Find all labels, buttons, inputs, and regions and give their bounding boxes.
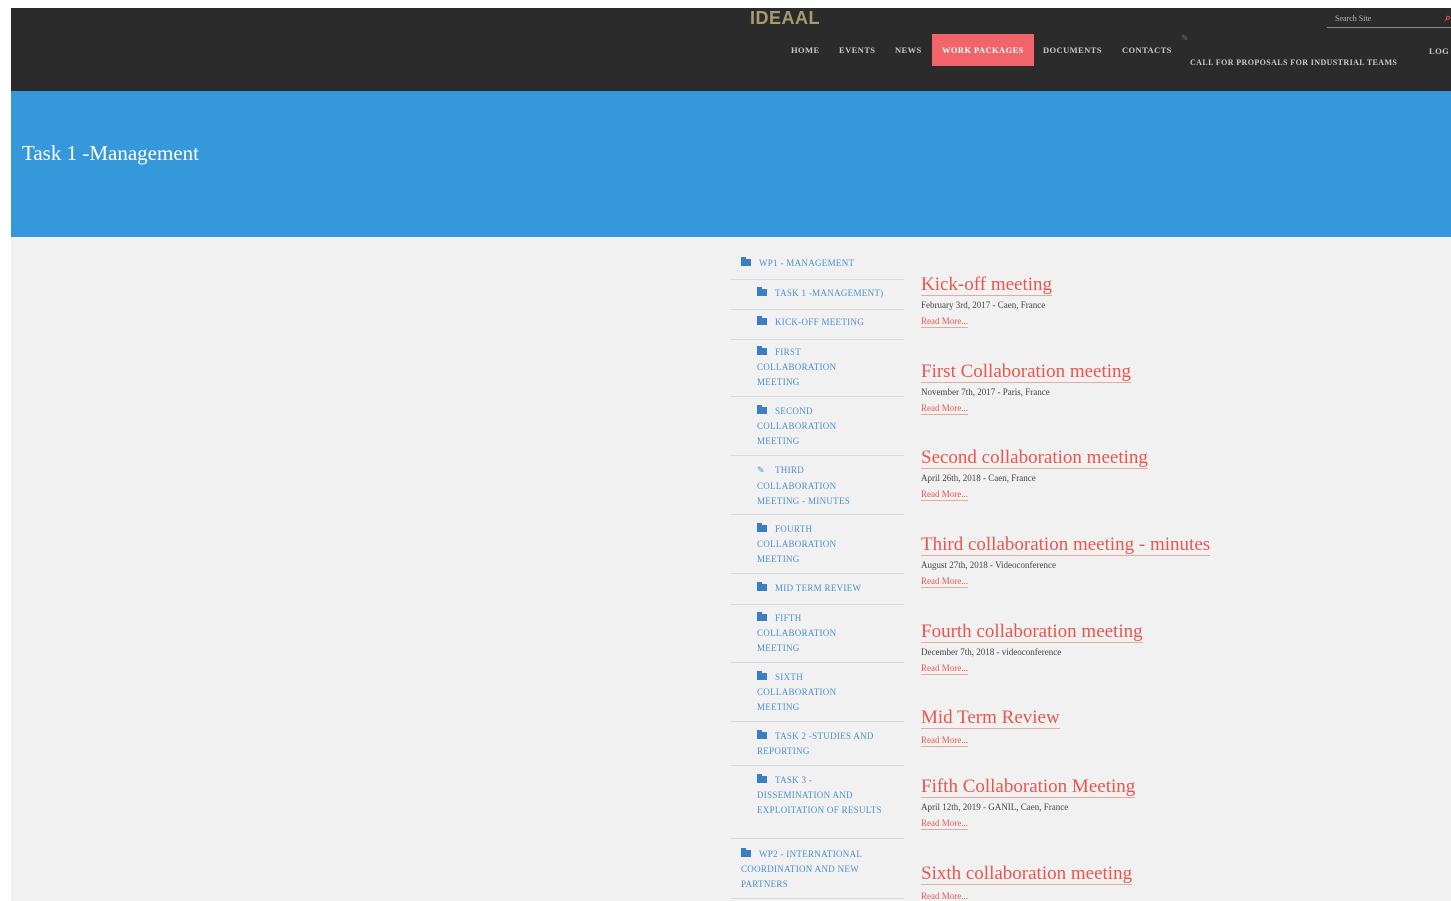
read-more-link[interactable]: Read More... <box>921 663 968 675</box>
sidebar-item-first-collab[interactable]: FIRST COLLABORATION MEETING <box>731 345 904 397</box>
article-meta: April 12th, 2019 - GANIL, Caen, France <box>921 802 1069 812</box>
article-title[interactable]: Fourth collaboration meeting <box>921 622 1143 643</box>
nav-contacts[interactable]: CONTACTS <box>1122 34 1172 66</box>
sidebar-item-label: WP2 - INTERNATIONAL COORDINATION AND NEW… <box>741 849 862 889</box>
sidebar-item-label: SIXTH COLLABORATION MEETING <box>757 672 837 712</box>
sidebar-item-label: TASK 2 -STUDIES AND REPORTING <box>757 731 874 756</box>
page: IDEAAL ⌕ HOME EVENTS NEWS WORK PACKAGES … <box>11 8 1451 901</box>
pencil-icon: ✎ <box>757 466 765 476</box>
sidebar-item-label: FIFTH COLLABORATION MEETING <box>757 613 837 653</box>
article-meta: August 27th, 2018 - Videoconference <box>921 560 1057 570</box>
page-title: Task 1 -Management <box>22 141 199 165</box>
article-title[interactable]: Fifth Collaboration Meeting <box>921 777 1136 798</box>
article-title[interactable]: Third collaboration meeting - minutes <box>921 535 1211 556</box>
folder-icon <box>757 346 767 356</box>
article-item: Sixth collaboration meeting Read More... <box>921 864 1421 901</box>
read-more-link[interactable]: Read More... <box>921 891 968 901</box>
nav-work-packages[interactable]: WORK PACKAGES <box>932 34 1034 66</box>
folder-icon <box>757 671 767 681</box>
sidebar-item-kickoff[interactable]: KICK-OFF MEETING <box>731 315 904 340</box>
article-item: Kick-off meeting February 3rd, 2017 - Ca… <box>921 275 1421 329</box>
sidebar-item-mid-term[interactable]: MID TERM REVIEW <box>731 581 904 605</box>
sidebar-item-fifth-collab[interactable]: FIFTH COLLABORATION MEETING <box>731 611 904 663</box>
read-more-link[interactable]: Read More... <box>921 489 968 501</box>
folder-icon <box>757 405 767 415</box>
nav-news[interactable]: NEWS <box>895 34 922 66</box>
search-input[interactable] <box>1327 11 1439 25</box>
article-title[interactable]: Kick-off meeting <box>921 275 1053 296</box>
read-more-link[interactable]: Read More... <box>921 316 968 328</box>
sidebar-item-label: FIRST COLLABORATION MEETING <box>757 347 837 387</box>
sidebar-item-second-collab[interactable]: SECOND COLLABORATION MEETING <box>731 404 904 456</box>
pencil-icon: ✎ <box>1181 34 1189 44</box>
sidebar-item-task1[interactable]: TASK 1 -MANAGEMENT) <box>731 286 904 310</box>
sidebar-item-label: THIRD COLLABORATION MEETING - MINUTES <box>757 465 851 506</box>
nav-home[interactable]: HOME <box>791 34 820 66</box>
sidebar-item-third-collab[interactable]: ✎ THIRD COLLABORATION MEETING - MINUTES <box>731 463 904 515</box>
sidebar-item-label: MID TERM REVIEW <box>775 583 862 593</box>
sidebar-item-task2[interactable]: TASK 2 -STUDIES AND REPORTING <box>731 729 904 766</box>
nav-login[interactable]: LOG <box>1429 46 1449 56</box>
article-meta: November 7th, 2017 - Paris, France <box>921 387 1050 397</box>
folder-icon <box>757 287 767 297</box>
article-item: Fourth collaboration meeting December 7t… <box>921 622 1421 676</box>
nav-documents[interactable]: DOCUMENTS <box>1043 34 1102 66</box>
sidebar-item-label: TASK 1 -MANAGEMENT) <box>775 288 884 298</box>
folder-icon <box>757 523 767 533</box>
site-logo[interactable]: IDEAAL <box>750 8 820 29</box>
top-bar: IDEAAL ⌕ HOME EVENTS NEWS WORK PACKAGES … <box>11 8 1451 91</box>
article-item: First Collaboration meeting November 7th… <box>921 362 1421 416</box>
read-more-link[interactable]: Read More... <box>921 576 968 588</box>
article-item: Second collaboration meeting April 26th,… <box>921 448 1421 502</box>
folder-icon <box>757 774 767 784</box>
sidebar-item-sixth-collab[interactable]: SIXTH COLLABORATION MEETING <box>731 670 904 722</box>
sidebar-item-label: WP1 - MANAGEMENT <box>759 258 855 268</box>
sidebar-item-label: TASK 3 -DISSEMINATION AND EXPLOITATION O… <box>757 775 882 815</box>
article-meta: April 26th, 2018 - Caen, France <box>921 473 1036 483</box>
sidebar-item-label: SECOND COLLABORATION MEETING <box>757 406 837 446</box>
article-title[interactable]: Sixth collaboration meeting <box>921 864 1133 885</box>
read-more-link[interactable]: Read More... <box>921 403 968 415</box>
article-meta: December 7th, 2018 - videoconference <box>921 647 1062 657</box>
article-item: Fifth Collaboration Meeting April 12th, … <box>921 777 1421 831</box>
nav-call-for-proposals[interactable]: CALL FOR PROPOSALS FOR INDUSTRIAL TEAMS <box>1190 58 1397 67</box>
sidebar-item-wp2[interactable]: WP2 - INTERNATIONAL COORDINATION AND NEW… <box>731 847 904 899</box>
article-meta: February 3rd, 2017 - Caen, France <box>921 300 1046 310</box>
article-title[interactable]: Mid Term Review <box>921 708 1060 729</box>
article-title[interactable]: First Collaboration meeting <box>921 362 1132 383</box>
folder-icon <box>757 316 767 326</box>
search-box: ⌕ <box>1327 11 1451 28</box>
sidebar-item-fourth-collab[interactable]: FOURTH COLLABORATION MEETING <box>731 522 904 574</box>
sidebar-item-task3[interactable]: TASK 3 -DISSEMINATION AND EXPLOITATION O… <box>731 773 904 839</box>
page-banner: Task 1 -Management <box>11 91 1451 237</box>
nav-events[interactable]: EVENTS <box>839 34 875 66</box>
article-item: Third collaboration meeting - minutes Au… <box>921 535 1421 589</box>
sidebar-item-label: KICK-OFF MEETING <box>775 317 865 327</box>
search-icon[interactable]: ⌕ <box>1441 11 1451 25</box>
article-item: Mid Term Review Read More... <box>921 708 1421 748</box>
read-more-link[interactable]: Read More... <box>921 818 968 830</box>
folder-icon <box>741 257 751 267</box>
sidebar-item-wp1[interactable]: WP1 - MANAGEMENT <box>731 256 904 280</box>
sidebar-item-label: FOURTH COLLABORATION MEETING <box>757 524 837 564</box>
folder-icon <box>757 730 767 740</box>
article-title[interactable]: Second collaboration meeting <box>921 448 1148 469</box>
folder-icon <box>757 582 767 592</box>
folder-icon <box>757 612 767 622</box>
folder-icon <box>741 848 751 858</box>
read-more-link[interactable]: Read More... <box>921 735 968 747</box>
